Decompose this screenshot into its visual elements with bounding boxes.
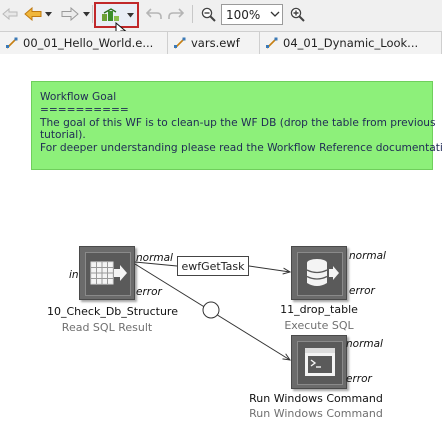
table-arrow-icon xyxy=(85,252,131,296)
node-type: Execute SQL xyxy=(284,319,354,332)
tab-label: 00_01_Hello_World.e... xyxy=(23,36,154,50)
node-type: Run Windows Command xyxy=(249,407,383,420)
terminal-window-icon xyxy=(297,341,343,385)
workflow-icon xyxy=(266,37,278,49)
node-drop-table[interactable] xyxy=(291,246,347,300)
node-check-db-structure[interactable] xyxy=(79,246,135,300)
workflow-icon xyxy=(174,37,186,49)
toolbar-separator xyxy=(92,5,93,23)
node-name: 10_Check_Db_Structure xyxy=(47,305,178,318)
back-icon[interactable] xyxy=(23,3,43,25)
editor-tabs: 00_01_Hello_World.e... vars.ewf 04_01_Dy… xyxy=(0,31,442,55)
port-normal-label: normal xyxy=(136,252,173,264)
node-name: Run Windows Command xyxy=(249,392,383,405)
port-error-label: error xyxy=(346,373,372,385)
forward-dropdown-icon[interactable] xyxy=(82,3,90,25)
tab-label: 04_01_Dynamic_Look... xyxy=(283,36,419,50)
undo-icon[interactable] xyxy=(144,3,164,25)
port-normal-label: normal xyxy=(346,338,383,350)
port-in-label: in xyxy=(69,269,79,281)
workflow-canvas[interactable]: Workflow Goal ========== The goal of thi… xyxy=(0,54,442,421)
run-dropdown-icon xyxy=(126,12,134,17)
workflow-icon xyxy=(6,37,18,49)
back-disabled-icon[interactable] xyxy=(1,3,19,25)
tab-vars[interactable]: vars.ewf xyxy=(168,32,260,54)
back-dropdown-icon[interactable] xyxy=(44,3,52,25)
toolbar-separator xyxy=(192,5,193,23)
zoom-out-icon[interactable] xyxy=(198,3,218,25)
toolbar: 100% xyxy=(0,0,442,38)
zoom-level-value: 100% xyxy=(226,8,261,22)
node-name: 11_drop_table xyxy=(280,303,358,316)
node-type: Read SQL Result xyxy=(61,321,153,334)
database-icon xyxy=(297,252,343,296)
run-workflow-icon xyxy=(101,8,119,21)
tab-label: vars.ewf xyxy=(191,36,240,50)
connection-junction xyxy=(202,301,220,319)
tab-hello-world[interactable]: 00_01_Hello_World.e... xyxy=(0,32,168,54)
variable-box[interactable]: ewfGetTask xyxy=(177,256,249,276)
forward-icon[interactable] xyxy=(60,3,80,25)
connection-to-drop-table xyxy=(248,265,290,272)
chevron-down-icon xyxy=(270,11,280,17)
port-error-label: error xyxy=(349,285,375,297)
zoom-in-icon[interactable] xyxy=(287,3,307,25)
port-normal-label: normal xyxy=(349,250,386,262)
zoom-level-combobox[interactable]: 100% xyxy=(221,4,283,25)
port-error-label: error xyxy=(136,286,162,298)
node-run-windows-command[interactable] xyxy=(291,335,347,389)
tab-dynamic-lookup[interactable]: 04_01_Dynamic_Look... xyxy=(260,32,442,54)
redo-icon[interactable] xyxy=(165,3,185,25)
workflow-connections xyxy=(134,261,442,421)
